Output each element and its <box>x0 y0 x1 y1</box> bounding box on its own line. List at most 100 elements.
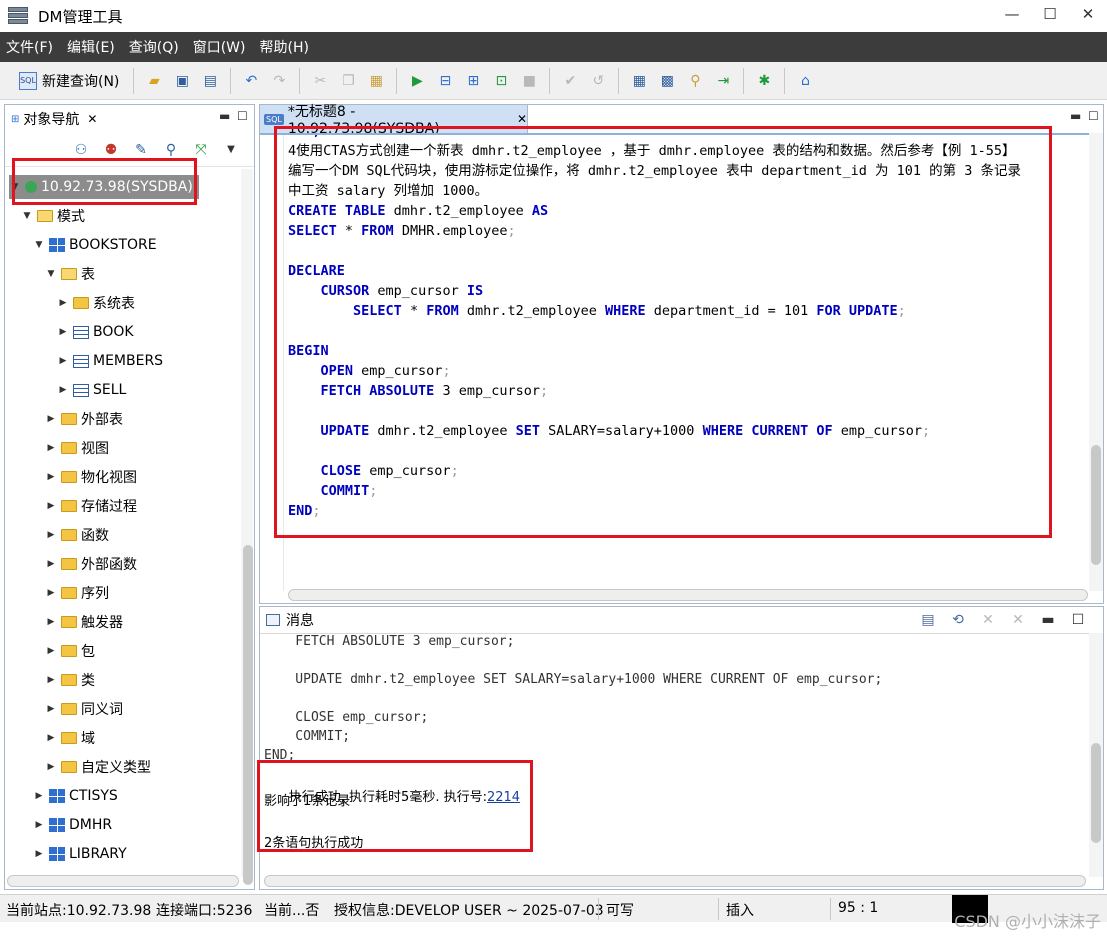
tree-node[interactable]: ▼ 模式 <box>21 204 85 228</box>
clear-all-icon[interactable]: ✕ <box>1009 611 1027 629</box>
tree-node[interactable]: ▶ 存储过程 <box>45 494 137 518</box>
tree-node[interactable]: ▶ 类 <box>45 668 95 692</box>
expand-right-icon[interactable]: ▶ <box>33 849 45 859</box>
open-folder-icon[interactable]: ▰ <box>145 72 163 90</box>
tree-node[interactable]: ▶ 外部函数 <box>45 552 137 576</box>
rollback-icon[interactable]: ↺ <box>589 72 607 90</box>
expand-right-icon[interactable]: ▶ <box>45 472 57 482</box>
tree-node[interactable]: ▶ MEMBERS <box>57 349 164 373</box>
tree-node[interactable]: ▶ 触发器 <box>45 610 123 634</box>
tree-node[interactable]: ▶ 系统表 <box>57 291 135 315</box>
expand-down-icon[interactable]: ▼ <box>45 269 57 279</box>
save-all-icon[interactable]: ▤ <box>201 72 219 90</box>
menu-window[interactable]: 窗口(W) <box>193 37 246 57</box>
new-query-button[interactable]: SQL 新建查询(N) <box>14 71 119 91</box>
expand-down-icon[interactable]: ▼ <box>9 182 21 192</box>
redo-icon[interactable]: ↷ <box>270 72 288 90</box>
maximize-panel-button[interactable]: ☐ <box>237 109 248 123</box>
expand-right-icon[interactable]: ▶ <box>45 443 57 453</box>
tab-messages[interactable]: 消息 <box>260 607 340 633</box>
tree-node[interactable]: ▶ 同义词 <box>45 697 123 721</box>
calendar-icon[interactable]: ▦ <box>630 72 648 90</box>
tree-node[interactable]: ▼ 10.92.73.98(SYSDBA) <box>9 175 199 199</box>
tree-node[interactable]: ▶ DMHR <box>33 813 113 837</box>
maximize-panel-button[interactable]: ☐ <box>1088 109 1099 123</box>
tree-node[interactable]: ▼ 表 <box>45 262 95 286</box>
tree-node[interactable]: ▶ 物化视图 <box>45 465 137 489</box>
expand-right-icon[interactable]: ▶ <box>57 327 69 337</box>
editor-horizontal-scrollbar[interactable] <box>288 589 1088 601</box>
tree-node[interactable]: ▶ 序列 <box>45 581 109 605</box>
connect-icon[interactable]: ⚇ <box>72 141 90 159</box>
step-icon[interactable]: ⇥ <box>714 72 732 90</box>
menu-help[interactable]: 帮助(H) <box>260 37 309 57</box>
exec-id-link[interactable]: 2214 <box>487 790 520 805</box>
undo-icon[interactable]: ↶ <box>242 72 260 90</box>
execute-plan-icon[interactable]: ⊟ <box>436 72 454 90</box>
execute-icon[interactable]: ▶ <box>408 72 426 90</box>
refresh-icon[interactable]: ⟲ <box>949 611 967 629</box>
sql-code[interactable]: END; 4使用CTAS方式创建一个新表 dmhr.t2_employee ，基于… <box>288 135 1021 521</box>
tab-object-navigator[interactable]: ⊞ 对象导航 ✕ <box>5 105 115 133</box>
tree-horizontal-scrollbar[interactable] <box>7 875 239 887</box>
expand-right-icon[interactable]: ▶ <box>57 298 69 308</box>
expand-down-icon[interactable]: ▼ <box>21 211 33 221</box>
sql-editor[interactable]: END; 4使用CTAS方式创建一个新表 dmhr.t2_employee ，基于… <box>260 133 1103 591</box>
tree-node[interactable]: ▶ 域 <box>45 726 95 750</box>
tree-node[interactable]: ▶ 包 <box>45 639 95 663</box>
expand-right-icon[interactable]: ▶ <box>45 414 57 424</box>
save-icon[interactable]: ▣ <box>173 72 191 90</box>
minimize-panel-button[interactable]: ▬ <box>219 109 230 123</box>
menu-file[interactable]: 文件(F) <box>6 37 53 57</box>
explain-icon[interactable]: ⊞ <box>464 72 482 90</box>
tree-node[interactable]: ▶ 自定义类型 <box>45 755 151 779</box>
editor-scroll-thumb[interactable] <box>1091 445 1101 565</box>
home-icon[interactable]: ⌂ <box>796 72 814 90</box>
menu-query[interactable]: 查询(Q) <box>129 37 179 57</box>
close-button[interactable]: ✕ <box>1069 0 1107 28</box>
menu-edit[interactable]: 编辑(E) <box>67 37 115 57</box>
edit-icon[interactable]: ✎ <box>132 141 150 159</box>
expand-right-icon[interactable]: ▶ <box>57 356 69 366</box>
close-icon[interactable]: ✕ <box>517 112 527 126</box>
expand-right-icon[interactable]: ▶ <box>33 791 45 801</box>
paste-icon[interactable]: ▦ <box>367 72 385 90</box>
tree-node[interactable]: ▶ 视图 <box>45 436 109 460</box>
expand-right-icon[interactable]: ▶ <box>45 646 57 656</box>
messages-scroll-thumb[interactable] <box>1091 743 1101 843</box>
expand-right-icon[interactable]: ▶ <box>33 820 45 830</box>
disconnect-icon[interactable]: ⚉ <box>102 141 120 159</box>
close-icon[interactable]: ✕ <box>87 112 97 126</box>
expand-right-icon[interactable]: ▶ <box>57 385 69 395</box>
debug-icon[interactable]: ✱ <box>755 72 773 90</box>
stop-icon[interactable]: ■ <box>520 72 538 90</box>
expand-right-icon[interactable]: ▶ <box>45 501 57 511</box>
tree-node[interactable]: ▶ BOOK <box>57 320 134 344</box>
minimize-panel-button[interactable]: ▬ <box>1070 109 1081 123</box>
expand-right-icon[interactable]: ▶ <box>45 733 57 743</box>
expand-all-icon[interactable]: ⤧ <box>192 141 210 159</box>
expand-right-icon[interactable]: ▶ <box>45 559 57 569</box>
tree-node[interactable]: ▶ LIBRARY <box>33 842 127 866</box>
minimize-button[interactable]: — <box>993 0 1031 28</box>
cut-icon[interactable]: ✂ <box>311 72 329 90</box>
tree-node[interactable]: ▼ BOOKSTORE <box>33 233 157 257</box>
expand-right-icon[interactable]: ▶ <box>45 762 57 772</box>
execute-script-icon[interactable]: ⊡ <box>492 72 510 90</box>
tree-node[interactable]: ▶ CTISYS <box>33 784 118 808</box>
expand-right-icon[interactable]: ▶ <box>45 675 57 685</box>
copy-icon[interactable]: ❐ <box>339 72 357 90</box>
expand-right-icon[interactable]: ▶ <box>45 617 57 627</box>
maximize-panel-icon[interactable]: ☐ <box>1069 611 1087 629</box>
tree-node[interactable]: ▶ SELL <box>57 378 127 402</box>
expand-down-icon[interactable]: ▼ <box>33 240 45 250</box>
expand-right-icon[interactable]: ▶ <box>45 530 57 540</box>
tree-scroll-thumb[interactable] <box>243 545 253 885</box>
tree-node[interactable]: ▶ 函数 <box>45 523 109 547</box>
search-icon[interactable]: ⚲ <box>162 141 180 159</box>
view-menu-icon[interactable]: ▼ <box>222 141 240 159</box>
messages-horizontal-scrollbar[interactable] <box>264 875 1086 887</box>
minimize-panel-icon[interactable]: ▬ <box>1039 611 1057 629</box>
maximize-button[interactable]: ☐ <box>1031 0 1069 28</box>
find-icon[interactable]: ⚲ <box>686 72 704 90</box>
